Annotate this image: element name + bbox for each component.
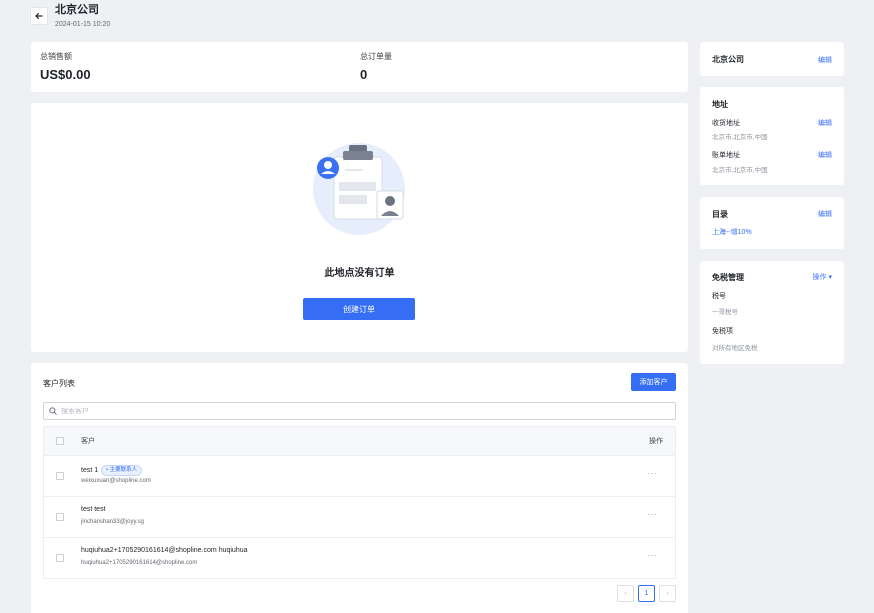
page-1-button[interactable]: 1 [638,585,655,602]
customer-name: test test [81,506,106,513]
tax-title: 免税管理 [712,273,744,282]
address-card: 地址 收货地址 编辑 北京市,北京市,中国 账单地址 编辑 北京市,北京市,中国 [700,87,844,185]
total-orders-label: 总订单量 [360,52,392,61]
search-icon [49,407,57,415]
page-header: 北京公司 2024-01-15 10:20 [30,3,110,33]
total-sales-value: US$0.00 [40,67,91,82]
total-sales-label: 总销售额 [40,52,72,61]
clipboard-illustration [309,139,409,239]
customer-email: huqiuhua2+1705290161614@shopline.com [81,560,198,566]
customer-email: jinchanshan33@joyy.sg [81,519,145,525]
tax-id-value: 一哥税号 [712,309,738,316]
edit-shipping-address-link[interactable]: 编辑 [818,118,832,128]
page-timestamp: 2024-01-15 10:20 [55,21,111,28]
catalog-title: 目录 [712,210,728,219]
customer-name: huqiuhua2+1705290161614@shopline.com huq… [81,547,248,554]
orders-empty-card: 此地点没有订单 创建订单 [31,103,688,352]
table-row[interactable]: test 1 • 主要联系人 weixuxuan@shopline.com ··… [44,455,675,496]
create-order-button[interactable]: 创建订单 [303,298,415,320]
total-orders-stat: 总订单量 0 [360,51,392,82]
customer-table: 客户 操作 test 1 • 主要联系人 weixuxuan@shopline.… [43,426,676,579]
stats-card: 总销售额 US$0.00 总订单量 0 [31,42,688,92]
catalog-card: 目录 编辑 上海--增10% [700,197,844,249]
row-checkbox[interactable] [56,513,64,521]
tax-exempt-label: 免税项 [712,328,733,335]
edit-company-link[interactable]: 编辑 [818,55,832,65]
column-customer: 客户 [81,438,95,445]
back-button[interactable] [30,7,48,25]
tax-exemption-card: 免税管理 操作 ▾ 税号 一哥税号 免税项 对所有地区免税 [700,261,844,364]
page-title: 北京公司 [55,4,99,16]
edit-billing-address-link[interactable]: 编辑 [818,150,832,160]
total-sales-stat: 总销售额 US$0.00 [40,51,91,82]
table-row[interactable]: test test jinchanshan33@joyy.sg ··· [44,496,675,537]
edit-catalog-link[interactable]: 编辑 [818,209,832,219]
customer-name-text: huqiuhua2+1705290161614@shopline.com huq… [81,547,248,554]
tax-id-label: 税号 [712,293,726,300]
tax-exempt-value: 对所有地区免税 [712,345,758,352]
customer-name-text: test 1 [81,467,99,474]
customer-search[interactable] [43,402,676,420]
customer-name-text: test test [81,506,106,513]
row-checkbox[interactable] [56,554,64,562]
prev-page-button[interactable]: ‹ [617,585,634,602]
shipping-address-label: 收货地址 [712,120,740,127]
total-orders-value: 0 [360,67,368,82]
billing-address-value: 北京市,北京市,中国 [712,167,768,174]
add-customer-button[interactable]: 添加客户 [631,373,676,391]
empty-message: 此地点没有订单 [324,268,395,279]
pagination: ‹ 1 › [617,585,676,602]
back-arrow-icon [35,12,43,20]
column-action: 操作 [649,438,663,445]
select-all-checkbox[interactable] [56,437,64,445]
company-name: 北京公司 [712,55,744,64]
row-checkbox[interactable] [56,472,64,480]
customer-name: test 1 • 主要联系人 [81,465,143,476]
search-input[interactable] [61,407,625,415]
customer-list-title: 客户列表 [43,379,75,388]
catalog-link[interactable]: 上海--增10% [712,227,752,237]
table-row[interactable]: huqiuhua2+1705290161614@shopline.com huq… [44,537,675,578]
table-header: 客户 操作 [44,427,675,455]
row-more-actions[interactable]: ··· [647,510,658,519]
row-more-actions[interactable]: ··· [647,469,658,478]
address-title: 地址 [712,100,728,109]
row-more-actions[interactable]: ··· [647,551,658,560]
customer-list-card: 客户列表 添加客户 客户 操作 test 1 • 主要联系人 weixuxuan… [31,363,688,613]
shipping-address-value: 北京市,北京市,中国 [712,134,768,141]
primary-contact-badge: • 主要联系人 [101,465,143,476]
billing-address-label: 账单地址 [712,152,740,159]
tax-actions-dropdown[interactable]: 操作 ▾ [813,272,832,282]
customer-email: weixuxuan@shopline.com [81,478,151,484]
company-card: 北京公司 编辑 [700,42,844,76]
next-page-button[interactable]: › [659,585,676,602]
